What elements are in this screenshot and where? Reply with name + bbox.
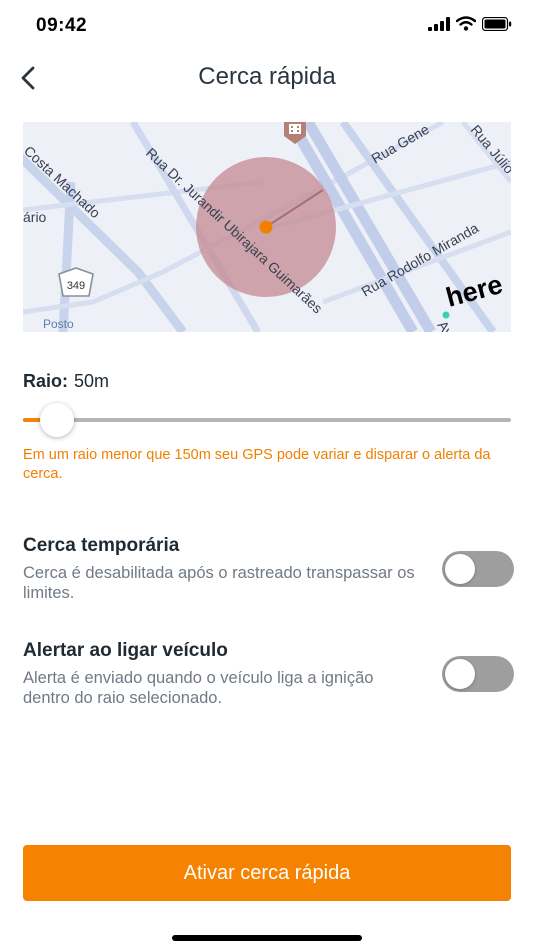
temporary-fence-toggle[interactable]	[442, 551, 514, 587]
status-time: 09:42	[36, 15, 88, 36]
poi-label: Posto	[43, 317, 74, 331]
wifi-icon	[456, 16, 476, 31]
radius-warning: Em um raio menor que 150m seu GPS pode v…	[23, 447, 491, 482]
signal-icon	[428, 16, 450, 31]
map-canvas[interactable]: 349 Rua Dr. Jurandir Ubirajara Guimarães…	[23, 122, 511, 332]
ignition-alert-toggle[interactable]	[442, 656, 514, 692]
option-title: Alertar ao ligar veículo	[23, 640, 228, 661]
status-bar: 09:42	[0, 0, 534, 50]
option-description: Alerta é enviado quando o veículo liga a…	[23, 669, 374, 707]
option-title: Cerca temporária	[23, 535, 180, 556]
route-badge-label: 349	[67, 280, 85, 292]
radius-value: 50m	[74, 371, 110, 391]
battery-icon	[482, 16, 512, 31]
radius-slider[interactable]	[23, 400, 511, 440]
radius-row: Raio: 50m	[23, 371, 109, 392]
activate-fence-button[interactable]: Ativar cerca rápida	[23, 845, 511, 901]
home-indicator	[172, 935, 362, 941]
navigation-bar: Cerca rápida	[0, 50, 534, 106]
geofence-center-marker	[259, 220, 273, 234]
radius-label: Raio:	[23, 371, 68, 391]
street-label: ário	[23, 209, 47, 225]
page-title: Cerca rápida	[198, 63, 336, 90]
toggle-knob	[445, 659, 475, 689]
slider-thumb[interactable]	[39, 403, 74, 437]
slider-track	[23, 418, 511, 422]
option-temporary-fence: Cerca temporária Cerca é desabilitada ap…	[23, 535, 514, 603]
status-icons	[428, 16, 512, 31]
option-ignition-alert: Alertar ao ligar veículo Alerta é enviad…	[23, 640, 514, 708]
map-view[interactable]: 349 Rua Dr. Jurandir Ubirajara Guimarães…	[23, 122, 511, 332]
toggle-knob	[445, 554, 475, 584]
option-description: Cerca é desabilitada após o rastreado tr…	[23, 564, 415, 602]
